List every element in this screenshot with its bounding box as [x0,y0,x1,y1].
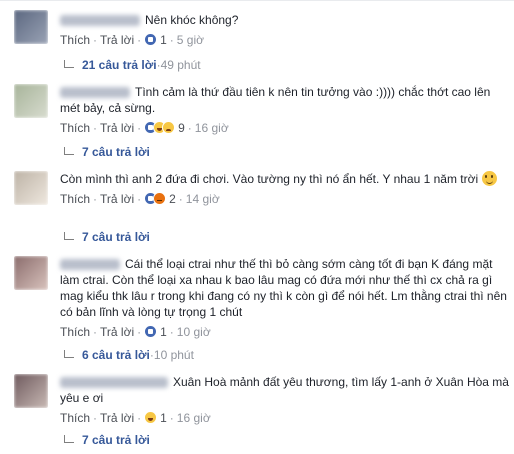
commenter-name[interactable] [60,259,120,271]
avatar[interactable] [14,374,48,408]
like-button[interactable]: Thích [60,33,90,47]
comment-time[interactable]: 5 giờ [177,33,204,47]
like-reaction-icon [144,33,158,46]
reply-arrow-icon [64,60,74,68]
comment-text: Còn mình thì anh 2 đứa đi chơi. Vào tườn… [60,171,510,187]
replies-count[interactable]: 7 câu trả lời [82,433,150,447]
reply-button[interactable]: Trả lời [100,325,134,339]
view-replies[interactable]: 7 câu trả lời [64,144,150,160]
view-replies[interactable]: 6 câu trả lời·10 phút [64,347,194,363]
like-button[interactable]: Thích [60,192,90,206]
comment-time[interactable]: 16 giờ [177,411,211,425]
comment-actions: Thích · Trả lời · 1 · 16 giờ [60,411,211,425]
reaction-count[interactable]: 1 [160,33,167,47]
replies-time: 10 phút [153,348,194,362]
avatar[interactable] [14,256,48,290]
view-replies[interactable]: 7 câu trả lời [64,229,150,245]
reactions[interactable] [144,411,158,425]
comment-text: Tình cảm là thứ đầu tiên k nên tin tưởng… [60,85,491,115]
reaction-count[interactable]: 2 [169,192,176,206]
avatar[interactable] [14,171,48,205]
haha-reaction-icon [144,411,158,424]
reactions[interactable] [144,325,158,339]
comment-text: Xuân Hoà mảnh đất yêu thương, tìm lấy 1-… [60,375,509,405]
reply-arrow-icon [64,147,74,155]
reactions[interactable] [144,192,167,206]
comment-time[interactable]: 10 giờ [177,325,211,339]
like-button[interactable]: Thích [60,121,90,135]
like-button[interactable]: Thích [60,411,90,425]
replies-count[interactable]: 21 câu trả lời [82,58,157,72]
commenter-name[interactable] [60,15,140,27]
reply-button[interactable]: Trả lời [100,33,134,47]
comment-time[interactable]: 16 giờ [195,121,229,135]
reactions[interactable] [144,121,176,135]
angry-reaction-icon [153,192,167,205]
reply-arrow-icon [64,350,74,358]
replies-count[interactable]: 7 câu trả lời [82,230,150,244]
commenter-name[interactable] [60,377,168,389]
like-reaction-icon [144,325,158,338]
reply-arrow-icon [64,232,74,240]
reaction-count[interactable]: 1 [160,411,167,425]
comment-actions: Thích · Trả lời · 9 · 16 giờ [60,121,229,135]
sad-reaction-icon [162,121,176,134]
comment-actions: Thích · Trả lời · 1 · 10 giờ [60,325,211,339]
like-button[interactable]: Thích [60,325,90,339]
reply-button[interactable]: Trả lời [100,121,134,135]
replies-count[interactable]: 6 câu trả lời [82,348,150,362]
view-replies[interactable]: 7 câu trả lời [64,432,150,448]
avatar[interactable] [14,10,48,44]
reaction-count[interactable]: 1 [160,325,167,339]
comment-text: Nên khóc không? [60,12,510,28]
comment-text: Cái thể loại ctrai như thế thì bỏ càng s… [60,257,507,319]
reply-button[interactable]: Trả lời [100,192,134,206]
comment-actions: Thích · Trả lời · 2 · 14 giờ [60,192,220,206]
reply-arrow-icon [64,435,74,443]
comment-time[interactable]: 14 giờ [186,192,220,206]
view-replies[interactable]: 21 câu trả lời·49 phút [64,57,201,73]
comment-actions: Thích · Trả lời · 1 · 5 giờ [60,33,205,47]
replies-count[interactable]: 7 câu trả lời [82,145,150,159]
replies-time: 49 phút [160,58,201,72]
avatar[interactable] [14,84,48,118]
top-divider [0,0,514,1]
commenter-name[interactable] [60,87,130,99]
reactions[interactable] [144,33,158,47]
slightly-smiling-emoji-icon [481,171,497,186]
reaction-count[interactable]: 9 [178,121,185,135]
reply-button[interactable]: Trả lời [100,411,134,425]
